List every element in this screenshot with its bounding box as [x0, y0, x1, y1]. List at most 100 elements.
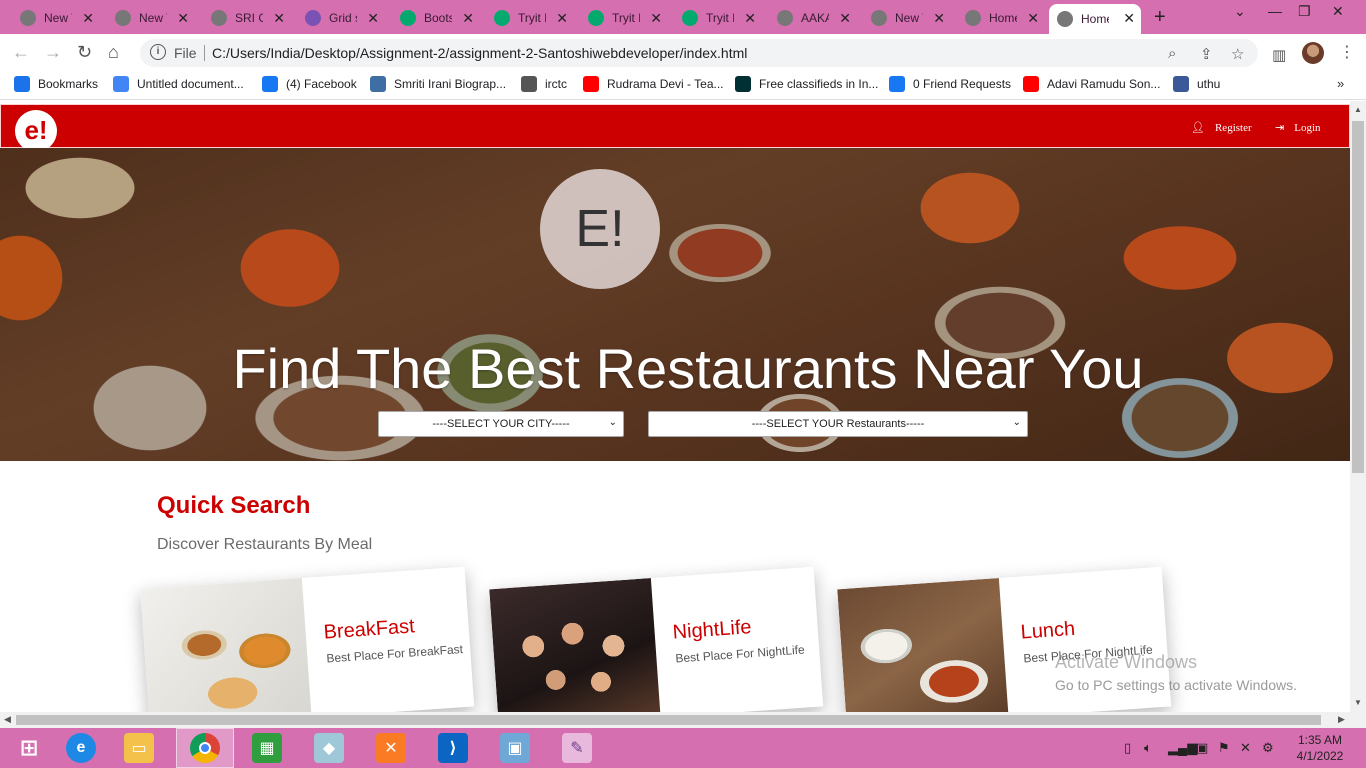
bookmark-item[interactable]: Smriti Irani Biograp... [370, 76, 506, 92]
browser-tab[interactable]: New Tab ✕ [863, 4, 951, 32]
horizontal-scroll-thumb[interactable] [16, 715, 1321, 725]
vertical-scrollbar[interactable]: ▲ ▼ [1350, 101, 1366, 712]
meal-card-breakfast[interactable]: BreakFast Best Place For BreakFast [140, 566, 475, 712]
taskbar-xampp[interactable]: ✕ [362, 728, 420, 768]
address-bar[interactable]: i File C:/Users/India/Desktop/Assignment… [140, 39, 1258, 67]
network-icon[interactable]: ▂▄▆ [1168, 740, 1197, 756]
windows-logo-icon: ⊞ [19, 735, 39, 760]
volume-icon[interactable]: 🔈︎ [1144, 740, 1152, 756]
url-text[interactable]: C:/Users/India/Desktop/Assignment-2/assi… [212, 45, 747, 61]
taskbar-app[interactable]: ◆ [300, 728, 358, 768]
meal-card-nightlife[interactable]: NightLife Best Place For NightLife [489, 566, 824, 712]
scroll-left-icon[interactable]: ◀ [4, 714, 11, 725]
tab-close-icon[interactable]: ✕ [1027, 10, 1039, 27]
taskbar-photos[interactable]: ▣ [486, 728, 544, 768]
browser-tab[interactable]: Tryit Editor ✕ [674, 4, 762, 32]
taskbar-explorer[interactable]: ▭ [110, 728, 168, 768]
tab-close-icon[interactable]: ✕ [933, 10, 945, 27]
taskbar-ie[interactable]: e [52, 728, 110, 768]
bookmark-item[interactable]: 0 Friend Requests [889, 76, 1011, 92]
bootstrap-icon [305, 10, 321, 26]
tab-close-icon[interactable]: ✕ [744, 10, 756, 27]
city-select-value: ----SELECT YOUR CITY----- [432, 418, 570, 430]
browser-tab[interactable]: New Tab ✕ [107, 4, 195, 32]
bookmark-star-icon[interactable]: ☆ [1231, 45, 1244, 63]
scroll-right-icon[interactable]: ▶ [1338, 714, 1345, 725]
browser-tab[interactable]: AAKASH ✕ [769, 4, 857, 32]
browser-tab[interactable]: New Tab ✕ [12, 4, 100, 32]
bookmark-item[interactable]: Adavi Ramudu Son... [1023, 76, 1160, 92]
action-center-flag-icon[interactable]: ⚑ [1218, 740, 1230, 756]
vertical-scroll-thumb[interactable] [1352, 121, 1364, 473]
browser-tab[interactable]: Tryit Editor ✕ [486, 4, 574, 32]
tab-close-icon[interactable]: ✕ [839, 10, 851, 27]
share-icon[interactable]: ⇪ [1200, 45, 1213, 63]
restore-icon[interactable]: ❐ [1298, 3, 1311, 20]
browser-tab[interactable]: Home ✕ [957, 4, 1045, 32]
tab-close-icon[interactable]: ✕ [367, 10, 379, 27]
scroll-down-icon[interactable]: ▼ [1354, 698, 1362, 707]
register-link[interactable]: 👤︎ Register [1191, 121, 1252, 135]
login-link[interactable]: ⇥ Login [1275, 121, 1321, 135]
more-bookmarks-icon[interactable]: » [1337, 76, 1344, 91]
quick-search-subtitle: Discover Restaurants By Meal [157, 536, 373, 553]
restaurant-select-value: ----SELECT YOUR Restaurants----- [751, 418, 925, 430]
bookmark-item[interactable]: irctc [521, 76, 567, 92]
restaurant-select[interactable]: ----SELECT YOUR Restaurants----- ⌄ [648, 411, 1028, 437]
tab-search-icon[interactable]: ⌄ [1234, 3, 1246, 20]
horizontal-scrollbar[interactable]: ◀ ▶ [0, 712, 1366, 728]
bookmark-item[interactable]: Untitled document... [113, 76, 244, 92]
bookmark-item[interactable]: Rudrama Devi - Tea... [583, 76, 724, 92]
browser-tab[interactable]: Tryit Editor ✕ [580, 4, 668, 32]
system-clock[interactable]: 1:35 AM 4/1/2022 [1290, 732, 1350, 764]
side-panel-icon[interactable]: ▥ [1272, 46, 1286, 64]
menu-icon[interactable]: ⋮ [1339, 42, 1355, 62]
omnibox-divider [204, 45, 205, 61]
forward-icon[interactable]: → [44, 42, 62, 63]
taskbar-chrome[interactable] [176, 728, 234, 768]
browser-tab[interactable]: Bootstrap ✕ [392, 4, 480, 32]
browser-tab[interactable]: Grid system ✕ [297, 4, 385, 32]
bookmark-item[interactable]: uthu [1173, 76, 1220, 92]
tab-close-icon[interactable]: ✕ [650, 10, 662, 27]
tab-close-icon[interactable]: ✕ [82, 10, 94, 27]
facebook-icon [1173, 76, 1189, 92]
minimize-icon[interactable]: — [1268, 3, 1282, 19]
scroll-up-icon[interactable]: ▲ [1354, 105, 1362, 114]
bookmark-item[interactable]: (4) Facebook [262, 76, 357, 92]
back-icon[interactable]: ← [12, 42, 30, 63]
tab-close-icon[interactable]: ✕ [1123, 10, 1135, 27]
info-icon[interactable]: i [150, 44, 166, 60]
tray-app-icon[interactable]: ▣ [1196, 740, 1208, 756]
tab-close-icon[interactable]: ✕ [556, 10, 568, 27]
tab-close-icon[interactable]: ✕ [462, 10, 474, 27]
taskbar-paint[interactable]: ✎ [548, 728, 606, 768]
taskbar-vscode[interactable]: ⟩ [424, 728, 482, 768]
taskbar-store[interactable]: ▦ [238, 728, 296, 768]
browser-tab[interactable]: Home ✕ [1049, 4, 1141, 34]
tab-close-icon[interactable]: ✕ [177, 10, 189, 27]
tray-misc-icon[interactable]: ⚙ [1262, 740, 1274, 756]
tab-close-icon[interactable]: ✕ [273, 10, 285, 27]
bookmark-item[interactable]: Bookmarks [14, 76, 98, 92]
battery-icon[interactable]: ▯ [1124, 740, 1131, 756]
tab-label: AAKASH [801, 11, 829, 25]
zoom-icon[interactable]: ⌕ [1168, 45, 1176, 62]
tray-xampp-icon[interactable]: ✕ [1240, 740, 1251, 756]
internet-explorer-icon: e [66, 733, 96, 763]
vscode-icon: ⟩ [438, 733, 468, 763]
city-select[interactable]: ----SELECT YOUR CITY----- ⌄ [378, 411, 624, 437]
page-viewport: e! 👤︎ Register ⇥ Login E! Find The Best … [0, 101, 1350, 712]
home-icon[interactable]: ⌂ [108, 42, 119, 63]
reload-icon[interactable]: ↻ [77, 42, 92, 63]
site-logo[interactable]: e! [15, 110, 57, 152]
bookmark-item[interactable]: Free classifieds in In... [735, 76, 878, 92]
browser-tab[interactable]: SRI GANESH ✕ [203, 4, 291, 32]
bookmark-label: uthu [1197, 77, 1221, 91]
start-button[interactable]: ⊞ [0, 728, 58, 768]
profile-avatar[interactable] [1302, 42, 1324, 64]
youtube-icon [1023, 76, 1039, 92]
bookmark-label: 0 Friend Requests [913, 77, 1012, 91]
close-window-icon[interactable]: ✕ [1332, 3, 1344, 20]
new-tab-button[interactable]: + [1154, 6, 1166, 29]
